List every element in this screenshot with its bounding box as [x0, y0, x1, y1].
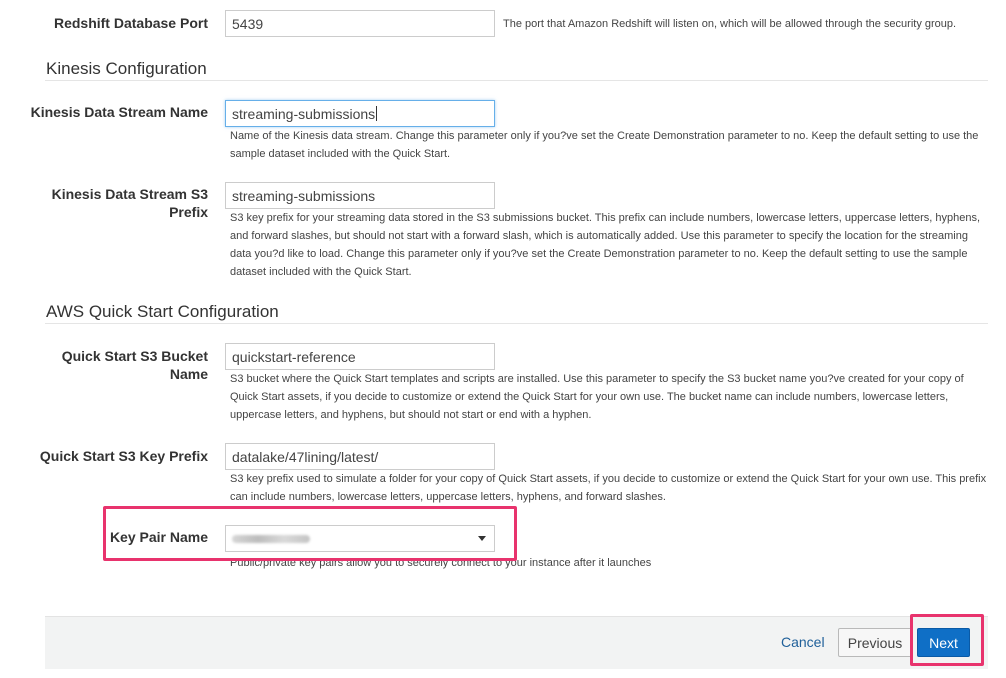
- kinesis-s3-prefix-label-line2: Prefix: [169, 204, 208, 220]
- kinesis-s3-prefix-label-line1: Kinesis Data Stream S3: [51, 186, 208, 202]
- key-pair-highlight: [103, 506, 517, 561]
- redshift-port-help: The port that Amazon Redshift will liste…: [503, 18, 957, 30]
- quickstart-bucket-value: quickstart-reference: [232, 348, 356, 365]
- kinesis-s3-prefix-label: Kinesis Data Stream S3 Prefix: [30, 185, 208, 221]
- quickstart-key-prefix-value: datalake/47lining/latest/: [232, 448, 379, 465]
- quickstart-bucket-help: S3 bucket where the Quick Start template…: [230, 373, 964, 421]
- redshift-port-input[interactable]: 5439: [225, 10, 495, 37]
- kinesis-section-title: Kinesis Configuration: [46, 59, 207, 78]
- cancel-link[interactable]: Cancel: [781, 634, 825, 650]
- redshift-port-value: 5439: [232, 15, 264, 32]
- quickstart-bucket-input[interactable]: quickstart-reference: [225, 343, 495, 370]
- quickstart-bucket-label-line2: Name: [169, 366, 208, 382]
- quickstart-key-prefix-help: S3 key prefix used to simulate a folder …: [230, 473, 987, 503]
- kinesis-stream-name-input[interactable]: streaming-submissions: [225, 100, 495, 127]
- quickstart-bucket-label-line1: Quick Start S3 Bucket: [61, 348, 208, 364]
- quickstart-bucket-label: Quick Start S3 Bucket Name: [30, 347, 208, 383]
- kinesis-stream-name-help: Name of the Kinesis data stream. Change …: [230, 130, 979, 160]
- kinesis-s3-prefix-value: streaming-submissions: [232, 187, 376, 204]
- previous-button[interactable]: Previous: [838, 628, 912, 657]
- redshift-port-label: Redshift Database Port: [53, 15, 208, 31]
- text-cursor: [376, 106, 378, 121]
- next-button-highlight: [910, 614, 984, 666]
- quickstart-section-divider: [45, 323, 988, 324]
- kinesis-s3-prefix-help: S3 key prefix for your streaming data st…: [230, 212, 980, 278]
- quickstart-key-prefix-label: Quick Start S3 Key Prefix: [39, 448, 208, 464]
- quickstart-section-title: AWS Quick Start Configuration: [46, 302, 279, 321]
- kinesis-s3-prefix-input[interactable]: streaming-submissions: [225, 182, 495, 209]
- kinesis-stream-name-label: Kinesis Data Stream Name: [30, 104, 208, 120]
- quickstart-key-prefix-input[interactable]: datalake/47lining/latest/: [225, 443, 495, 470]
- kinesis-section-divider: [45, 80, 988, 81]
- kinesis-stream-name-value: streaming-submissions: [232, 105, 376, 122]
